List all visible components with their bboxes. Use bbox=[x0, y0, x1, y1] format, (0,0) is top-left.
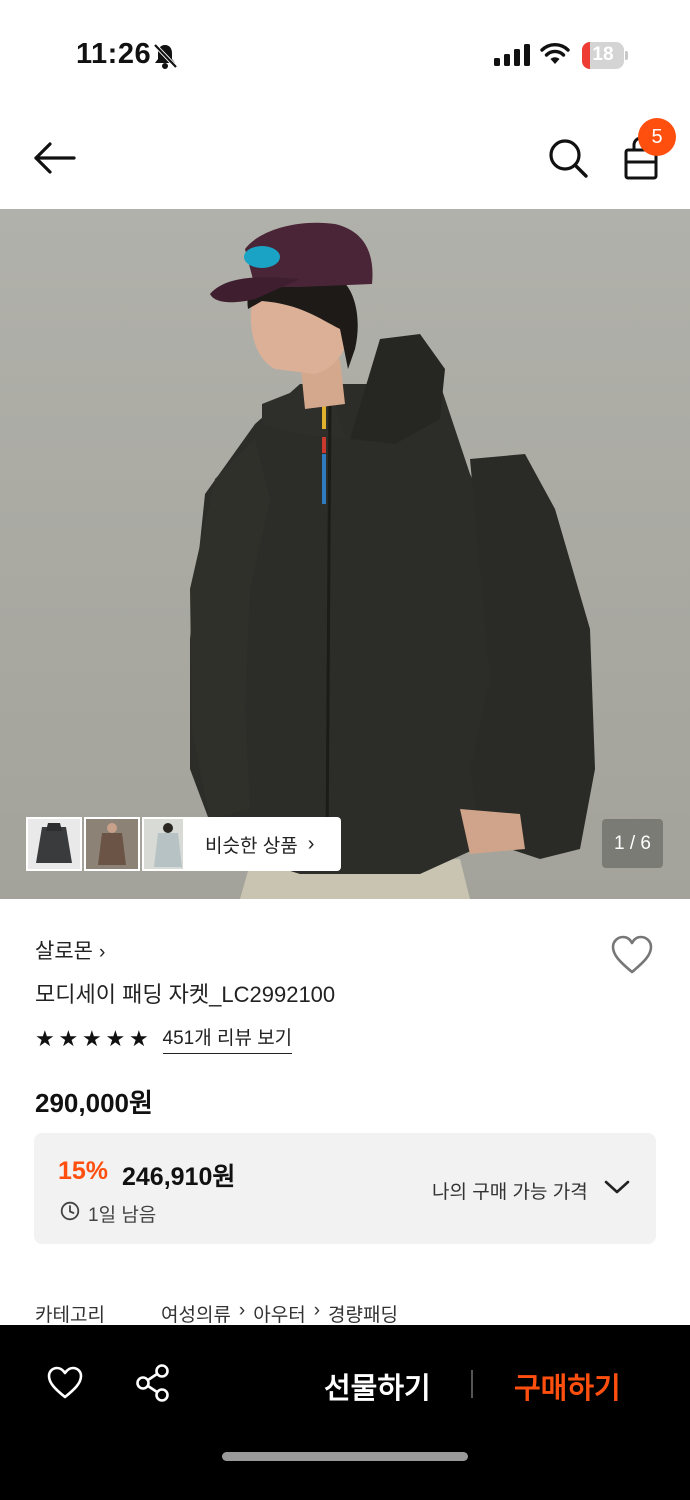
brand-link[interactable]: 살로몬 › bbox=[35, 935, 105, 965]
home-indicator[interactable] bbox=[222, 1452, 468, 1461]
cart-count-badge: 5 bbox=[638, 118, 676, 156]
brand-name: 살로몬 bbox=[35, 940, 93, 963]
product-image-gallery[interactable]: 비슷한 상품 › 1 / 6 bbox=[0, 209, 690, 899]
search-icon[interactable] bbox=[546, 136, 590, 180]
wifi-icon bbox=[540, 43, 570, 64]
status-bar: 11:26 18 bbox=[0, 0, 690, 110]
bottom-action-bar: 선물하기 구매하기 bbox=[0, 1325, 690, 1500]
original-price: 290,000원 bbox=[35, 1088, 153, 1118]
thumbnail-2[interactable] bbox=[84, 817, 140, 871]
chevron-down-icon[interactable] bbox=[604, 1179, 630, 1195]
top-nav: 5 bbox=[0, 110, 690, 209]
chevron-right-icon: › bbox=[238, 1300, 246, 1321]
time-remaining: 1일 남음 bbox=[88, 1205, 157, 1226]
back-arrow-icon[interactable] bbox=[30, 136, 78, 180]
similar-products-label: 비슷한 상품 bbox=[205, 835, 298, 857]
signal-icon bbox=[494, 44, 530, 66]
divider bbox=[471, 1370, 473, 1398]
discount-rate: 15% bbox=[58, 1157, 109, 1185]
category-link[interactable]: 경량패딩 bbox=[328, 1300, 398, 1327]
discount-box[interactable]: 15% 246,910원 1일 남음 나의 구매 가능 가격 bbox=[34, 1133, 656, 1244]
heart-icon[interactable] bbox=[46, 1365, 84, 1401]
category-label: 카테고리 bbox=[35, 1305, 105, 1326]
bell-slash-icon bbox=[153, 43, 178, 69]
chevron-right-icon: › bbox=[98, 942, 106, 963]
clock-icon bbox=[60, 1201, 80, 1221]
star-icon: ★ bbox=[129, 1025, 149, 1051]
review-link[interactable]: 451개 리뷰 보기 bbox=[162, 1023, 293, 1054]
battery-icon: 18 bbox=[582, 42, 628, 69]
category-link[interactable]: 아우터 bbox=[253, 1300, 305, 1327]
thumbnail-strip bbox=[26, 817, 200, 871]
status-time: 11:26 bbox=[76, 38, 152, 70]
star-icon: ★ bbox=[35, 1025, 55, 1051]
similar-products-button[interactable]: 비슷한 상품 › bbox=[183, 817, 341, 871]
my-price-label: 나의 구매 가능 가격 bbox=[432, 1182, 588, 1203]
star-icon: ★ bbox=[105, 1025, 126, 1051]
sale-price: 246,910원 bbox=[122, 1163, 236, 1191]
product-photo bbox=[190, 222, 595, 899]
star-icon: ★ bbox=[58, 1025, 79, 1051]
image-counter: 1 / 6 bbox=[602, 819, 663, 868]
category-link[interactable]: 여성의류 bbox=[161, 1300, 231, 1327]
buy-button[interactable]: 구매하기 bbox=[514, 1365, 621, 1407]
category-breadcrumb: 여성의류 › 아우터 › 경량패딩 bbox=[161, 1300, 398, 1327]
heart-icon[interactable] bbox=[610, 934, 654, 976]
star-icon: ★ bbox=[82, 1025, 102, 1051]
chevron-right-icon: › bbox=[313, 1300, 321, 1321]
thumbnail-1[interactable] bbox=[26, 817, 82, 871]
product-name: 모디세이 패딩 자켓_LC2992100 bbox=[35, 982, 336, 1007]
chevron-right-icon: › bbox=[307, 832, 315, 855]
gift-button[interactable]: 선물하기 bbox=[324, 1365, 431, 1407]
share-icon[interactable] bbox=[134, 1363, 172, 1403]
star-rating: ★ ★ ★ ★ ★ bbox=[35, 1025, 153, 1051]
battery-level: 18 bbox=[592, 44, 614, 65]
rating-row: ★ ★ ★ ★ ★ 451개 리뷰 보기 bbox=[35, 1023, 293, 1054]
